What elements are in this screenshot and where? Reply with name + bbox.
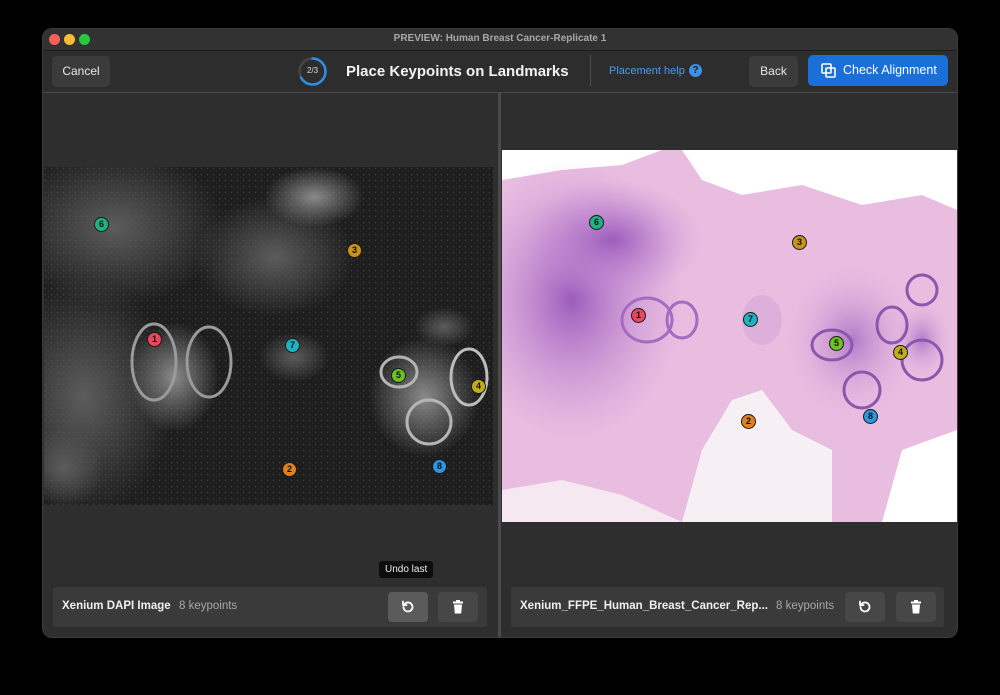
he-tissue-image (502, 150, 957, 522)
title-bar: PREVIEW: Human Breast Cancer-Replicate 1 (43, 29, 957, 51)
step-progress-label: 2/3 (306, 66, 319, 75)
undo-button[interactable] (388, 592, 428, 622)
keypoint-1[interactable]: 1 (147, 332, 162, 347)
keypoint-5[interactable]: 5 (391, 368, 406, 383)
check-alignment-button[interactable]: Check Alignment (808, 55, 948, 86)
he-keypoint-7[interactable]: 7 (743, 312, 758, 327)
dapi-tissue-image (44, 167, 493, 505)
cancel-button[interactable]: Cancel (52, 56, 110, 87)
keypoint-3[interactable]: 3 (347, 243, 362, 258)
delete-keypoints-button[interactable] (896, 592, 936, 622)
page-title: Place Keypoints on Landmarks (346, 63, 569, 80)
dapi-image-canvas[interactable]: 1 2 3 4 5 6 7 8 (44, 167, 493, 505)
placement-help-link[interactable]: Placement help (609, 65, 685, 77)
keypoint-7[interactable]: 7 (285, 338, 300, 353)
right-panel-footer: Xenium_FFPE_Human_Breast_Cancer_Rep... 8… (511, 587, 944, 627)
overlay-squares-icon (821, 63, 836, 78)
he-keypoint-6[interactable]: 6 (589, 215, 604, 230)
toolbar: Cancel 2/3 Place Keypoints on Landmarks … (43, 51, 957, 93)
delete-keypoints-button[interactable] (438, 592, 478, 622)
back-button[interactable]: Back (749, 56, 798, 87)
dapi-image-pane: 1 2 3 4 5 6 7 8 Undo last Xenium DAPI Im… (43, 93, 498, 637)
he-keypoint-3[interactable]: 3 (792, 235, 807, 250)
image-name: Xenium DAPI Image (62, 600, 171, 612)
app-window: PREVIEW: Human Breast Cancer-Replicate 1… (43, 29, 957, 637)
keypoint-8[interactable]: 8 (432, 459, 447, 474)
keypoint-count: 8 keypoints (776, 600, 835, 612)
help-icon[interactable]: ? (689, 64, 702, 77)
window-title: PREVIEW: Human Breast Cancer-Replicate 1 (393, 33, 607, 44)
toolbar-divider (590, 55, 591, 86)
he-keypoint-5[interactable]: 5 (829, 336, 844, 351)
he-keypoint-4[interactable]: 4 (893, 345, 908, 360)
he-keypoint-2[interactable]: 2 (741, 414, 756, 429)
he-keypoint-1[interactable]: 1 (631, 308, 646, 323)
he-image-canvas[interactable]: 1 2 3 4 5 6 7 8 (502, 150, 957, 522)
keypoint-2[interactable]: 2 (282, 462, 297, 477)
undo-tooltip: Undo last (379, 561, 434, 578)
he-image-pane: 1 2 3 4 5 6 7 8 Xenium_FFPE_Human_Breast… (501, 93, 957, 637)
trash-icon (911, 600, 921, 614)
undo-button[interactable] (845, 592, 885, 622)
left-panel-footer: Xenium DAPI Image 8 keypoints (53, 587, 487, 627)
undo-icon (402, 600, 414, 613)
keypoint-6[interactable]: 6 (94, 217, 109, 232)
he-keypoint-8[interactable]: 8 (863, 409, 878, 424)
image-name: Xenium_FFPE_Human_Breast_Cancer_Rep... (520, 600, 768, 612)
keypoint-count: 8 keypoints (179, 600, 238, 612)
undo-icon (859, 600, 871, 613)
trash-icon (453, 600, 463, 614)
keypoint-4[interactable]: 4 (471, 379, 486, 394)
step-progress-ring: 2/3 (297, 56, 328, 87)
check-alignment-label: Check Alignment (843, 63, 937, 77)
